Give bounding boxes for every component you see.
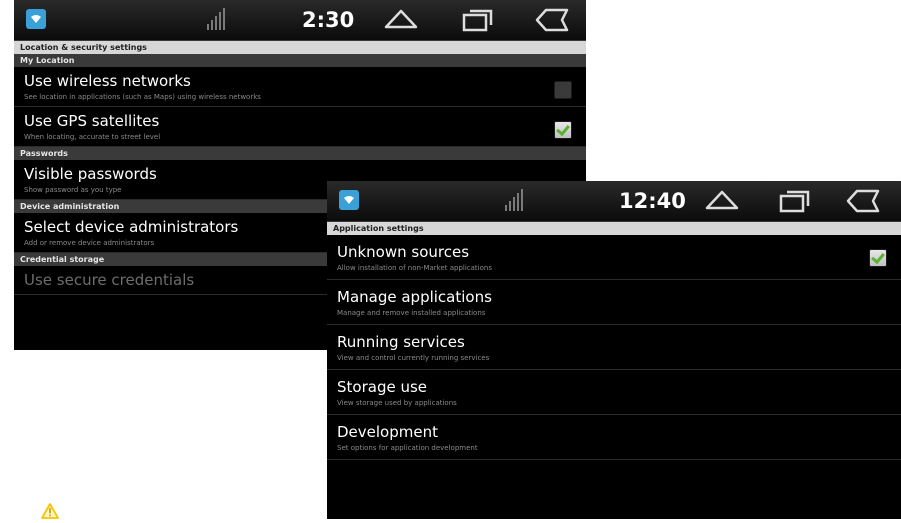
warning-icon	[41, 503, 59, 519]
item-summary: View and control currently running servi…	[337, 354, 490, 362]
use-wireless-networks-item[interactable]: Use wireless networks See location in ap…	[14, 67, 586, 107]
item-summary: Set options for application development	[337, 444, 478, 452]
section-my-location: My Location	[14, 54, 586, 67]
screen-title: Location & security settings	[14, 41, 586, 54]
item-title: Unknown sources	[337, 243, 470, 261]
item-summary: View storage used by applications	[337, 399, 457, 407]
item-summary: See location in applications (such as Ma…	[24, 93, 261, 101]
status-bar: 2:30	[14, 0, 586, 41]
item-title: Manage applications	[337, 288, 492, 306]
item-title: Storage use	[337, 378, 428, 396]
item-title: Use wireless networks	[24, 72, 191, 90]
app-notification-icon[interactable]	[339, 190, 359, 210]
item-title: Development	[337, 423, 438, 441]
app-notification-icon[interactable]	[26, 9, 46, 29]
storage-use-item[interactable]: Storage use View storage used by applica…	[327, 370, 901, 415]
application-settings-screen: 12:40 Application settings Unknown sourc…	[327, 181, 901, 519]
back-icon[interactable]	[534, 7, 570, 37]
recent-apps-icon[interactable]	[779, 188, 811, 218]
back-icon[interactable]	[845, 188, 881, 218]
screen-title: Application settings	[327, 222, 901, 235]
home-icon[interactable]	[705, 188, 739, 216]
wireless-checkbox[interactable]	[554, 81, 572, 99]
clock: 2:30	[302, 8, 355, 32]
section-passwords: Passwords	[14, 147, 586, 160]
item-summary: Manage and remove installed applications	[337, 309, 486, 317]
signal-icon	[505, 189, 523, 211]
signal-icon	[207, 8, 225, 30]
item-title: Use GPS satellites	[24, 112, 160, 130]
status-bar: 12:40	[327, 181, 901, 222]
gps-checkbox[interactable]	[554, 121, 572, 139]
use-gps-satellites-item[interactable]: Use GPS satellites When locating, accura…	[14, 107, 586, 147]
item-title: Running services	[337, 333, 465, 351]
running-services-item[interactable]: Running services View and control curren…	[327, 325, 901, 370]
unknown-sources-checkbox[interactable]	[869, 249, 887, 267]
manage-applications-item[interactable]: Manage applications Manage and remove in…	[327, 280, 901, 325]
clock: 12:40	[619, 189, 686, 213]
recent-apps-icon[interactable]	[462, 7, 494, 37]
item-summary: When locating, accurate to street level	[24, 133, 161, 141]
development-item[interactable]: Development Set options for application …	[327, 415, 901, 460]
unknown-sources-item[interactable]: Unknown sources Allow installation of no…	[327, 235, 901, 280]
item-summary: Allow installation of non-Market applica…	[337, 264, 492, 272]
home-icon[interactable]	[384, 7, 418, 35]
